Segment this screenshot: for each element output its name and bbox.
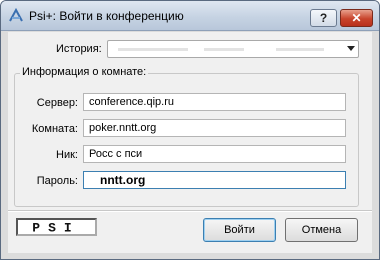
- history-label: История:: [56, 43, 102, 55]
- history-combobox[interactable]: [107, 40, 359, 58]
- logo-text: PSI: [32, 221, 79, 235]
- join-conference-dialog: Psi+: Войти в конференцию ? ✕ История: И…: [0, 0, 380, 260]
- psi-logo-icon: PSI: [32, 221, 79, 236]
- history-blurred-text: [276, 48, 324, 51]
- dialog-body: История: Информация о комнате: Сервер: c…: [8, 32, 372, 253]
- room-info-title: Информация о комнате:: [20, 66, 149, 78]
- cancel-button[interactable]: Отмена: [285, 218, 358, 242]
- password-field[interactable]: nntt.org: [83, 171, 346, 189]
- close-button[interactable]: ✕: [340, 9, 373, 27]
- nick-field[interactable]: Росс с пси: [83, 145, 346, 163]
- title-bar[interactable]: Psi+: Войти в конференцию ? ✕: [1, 1, 379, 31]
- psi-app-icon: [9, 7, 23, 22]
- chevron-down-icon[interactable]: [347, 46, 355, 51]
- history-blurred-text: [204, 48, 244, 51]
- password-label: Пароль:: [36, 175, 78, 187]
- server-label: Сервер:: [36, 97, 78, 109]
- history-blurred-text: [118, 48, 188, 51]
- window-title: Psi+: Войти в конференцию: [29, 9, 184, 23]
- separator: [8, 210, 372, 212]
- room-field[interactable]: poker.nntt.org: [83, 119, 346, 137]
- help-button[interactable]: ?: [310, 9, 337, 27]
- psi-logo: PSI: [16, 218, 97, 236]
- room-label: Комната:: [31, 123, 78, 135]
- server-field[interactable]: conference.qip.ru: [83, 93, 346, 111]
- nick-label: Ник:: [56, 149, 78, 161]
- join-button[interactable]: Войти: [203, 218, 276, 242]
